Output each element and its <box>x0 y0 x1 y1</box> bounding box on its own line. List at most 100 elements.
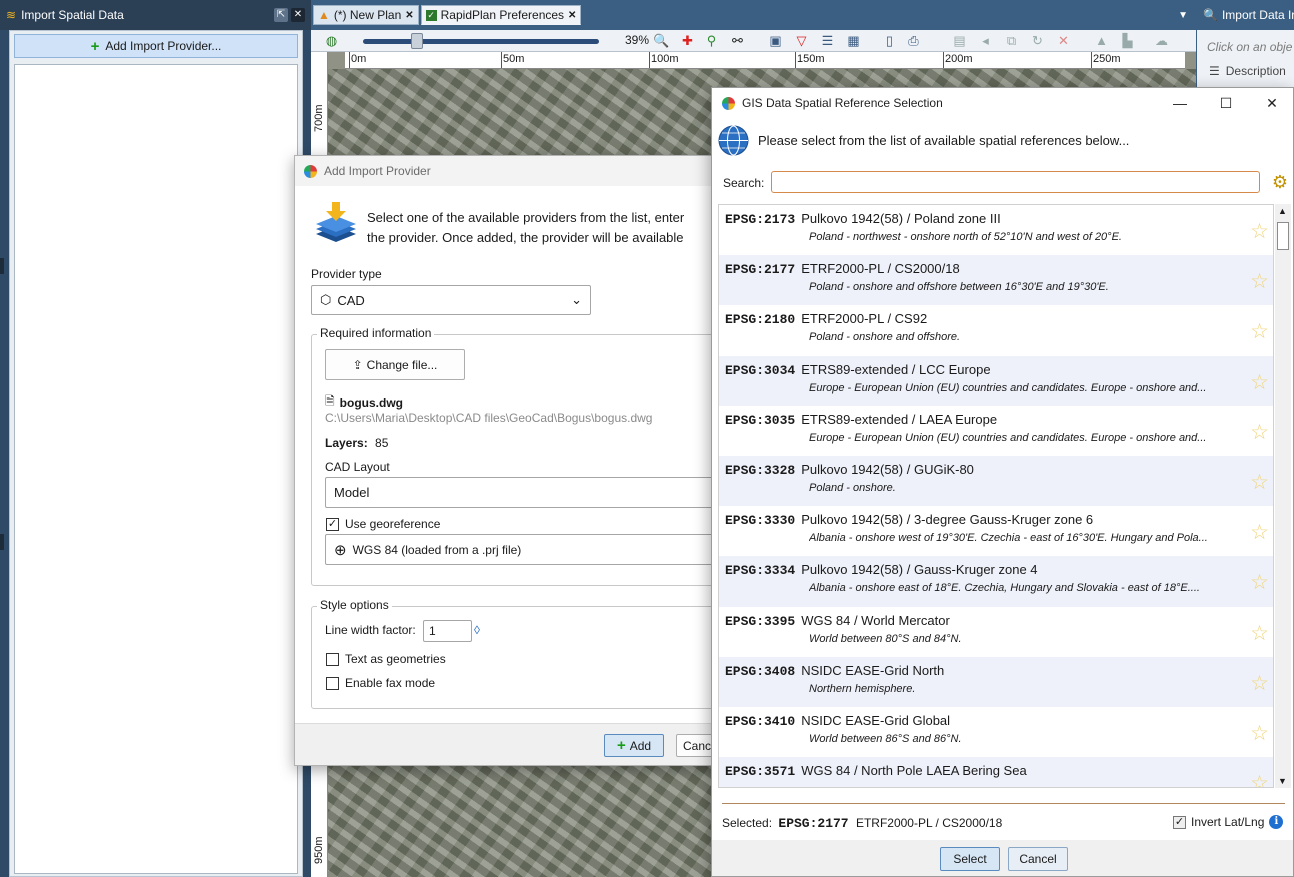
spatial-reference-list[interactable]: EPSG:2173 Pulkovo 1942(58) / Poland zone … <box>718 204 1274 788</box>
back-icon[interactable]: ◂ <box>977 32 994 49</box>
binoculars-icon[interactable]: ⚯ <box>729 32 746 49</box>
invert-lat-lng-row[interactable]: ✓ Invert Lat/Lng i <box>1173 815 1284 829</box>
list-icon[interactable]: ☰ <box>819 32 836 49</box>
spatial-reference-item[interactable]: EPSG:2173 Pulkovo 1942(58) / Poland zone … <box>719 205 1273 255</box>
spatial-reference-item[interactable]: EPSG:3395 WGS 84 / World Mercator World be… <box>719 607 1273 657</box>
triangle-icon[interactable]: ▲ <box>1093 32 1110 49</box>
merge-icon[interactable]: ⧉ <box>1003 32 1020 49</box>
spatial-reference-item[interactable]: EPSG:2180 ETRF2000-PL / CS92 Poland - onsh… <box>719 305 1273 355</box>
image-icon[interactable]: ▙ <box>1119 32 1136 49</box>
scrollbar-thumb[interactable] <box>1277 222 1289 250</box>
favorite-star-icon[interactable]: ☆ <box>1250 420 1269 445</box>
cloud-icon[interactable]: ☁ <box>1153 32 1170 49</box>
georeference-select[interactable]: ⊕ WGS 84 (loaded from a .prj file) <box>325 534 725 565</box>
list-scrollbar[interactable]: ▲ ▼ <box>1275 204 1291 788</box>
favorite-star-icon[interactable]: ☆ <box>1250 269 1269 294</box>
close-tab-icon[interactable]: ✕ <box>405 10 413 21</box>
dialog-title: Add Import Provider <box>324 164 431 178</box>
line-width-input[interactable]: 1 <box>423 620 472 642</box>
delete-icon[interactable]: ✕ <box>1055 32 1072 49</box>
favorite-star-icon[interactable]: ☆ <box>1250 721 1269 746</box>
rotate-icon[interactable]: ↻ <box>1029 32 1046 49</box>
favorite-star-icon[interactable]: ☆ <box>1250 771 1269 787</box>
cancel-button[interactable]: Cancel <box>1008 847 1068 871</box>
add-import-provider-button[interactable]: + Add Import Provider... <box>14 34 298 58</box>
cone-icon: ▲ <box>318 8 330 22</box>
favorite-star-icon[interactable]: ☆ <box>1250 470 1269 495</box>
provider-list[interactable] <box>14 64 298 874</box>
file-name: bogus.dwg <box>339 395 403 410</box>
zoom-slider-thumb[interactable] <box>411 33 423 49</box>
spatial-reference-item[interactable]: EPSG:3034 ETRS89-extended / LCC Europe Eur… <box>719 355 1273 406</box>
spatial-reference-item[interactable]: EPSG:3571 WGS 84 / North Pole LAEA Bering… <box>719 757 1273 787</box>
pin-icon[interactable]: ⇱ <box>274 8 288 22</box>
settings-gear-icon[interactable]: ⚙ <box>1269 171 1291 193</box>
globe-icon[interactable]: ◍ <box>323 32 340 49</box>
maximize-icon[interactable]: ☐ <box>1203 88 1249 118</box>
provider-type-value: CAD <box>337 292 365 308</box>
zoom-icon[interactable]: 🔍 <box>653 32 670 49</box>
use-georeference-checkbox[interactable]: ✓ <box>326 517 339 531</box>
edge-marker <box>0 258 4 274</box>
spatial-reference-item[interactable]: EPSG:3328 Pulkovo 1942(58) / GUGiK-80 Pola… <box>719 455 1273 507</box>
search-input[interactable] <box>771 171 1260 193</box>
item-name: ETRS89-extended / LCC Europe <box>801 361 991 377</box>
invert-lat-lng-checkbox[interactable]: ✓ <box>1173 815 1186 829</box>
table-icon[interactable]: ▦ <box>845 32 862 49</box>
tab-overflow-icon[interactable]: ▼ <box>1178 10 1188 21</box>
select-button[interactable]: Select <box>940 847 1000 871</box>
page-icon[interactable]: ▯ <box>881 32 898 49</box>
change-file-button[interactable]: ⇪ Change file... <box>325 349 465 380</box>
import-stack-icon <box>316 202 356 242</box>
scroll-down-icon[interactable]: ▼ <box>1278 776 1287 786</box>
save-icon[interactable]: ▣ <box>767 32 784 49</box>
description-header[interactable]: ☰ Description <box>1209 64 1294 78</box>
item-heading: EPSG:3034 ETRS89-extended / LCC Europe <box>725 362 1273 378</box>
close-icon[interactable]: ✕ <box>1249 88 1294 118</box>
add-button[interactable]: + Add <box>604 734 664 757</box>
item-heading: EPSG:2180 ETRF2000-PL / CS92 <box>725 311 1273 327</box>
enable-fax-row[interactable]: Enable fax mode <box>326 676 435 690</box>
favorite-star-icon[interactable]: ☆ <box>1250 319 1269 344</box>
favorite-star-icon[interactable]: ☆ <box>1250 570 1269 595</box>
close-icon[interactable]: ✕ <box>291 8 305 22</box>
favorite-star-icon[interactable]: ☆ <box>1250 370 1269 395</box>
spatial-reference-item[interactable]: EPSG:3330 Pulkovo 1942(58) / 3-degree Gau… <box>719 506 1273 556</box>
minimize-icon[interactable]: — <box>1157 88 1203 118</box>
print-icon[interactable]: ⎙ <box>905 32 922 49</box>
compass-icon[interactable]: ⚲ <box>703 32 720 49</box>
item-name: WGS 84 / World Mercator <box>801 612 950 628</box>
spatial-reference-item[interactable]: EPSG:3035 ETRS89-extended / LAEA Europe Eu… <box>719 406 1273 456</box>
use-georeference-row[interactable]: ✓ Use georeference <box>326 517 440 531</box>
favorite-star-icon[interactable]: ☆ <box>1250 219 1269 244</box>
spatial-reference-item[interactable]: EPSG:3334 Pulkovo 1942(58) / Gauss-Kruger… <box>719 556 1273 607</box>
text-as-geometries-checkbox[interactable] <box>326 652 339 666</box>
scroll-up-icon[interactable]: ▲ <box>1278 206 1287 216</box>
spatial-reference-item[interactable]: EPSG:3410 NSIDC EASE-Grid Global World bet… <box>719 707 1273 757</box>
cad-layout-select[interactable]: Model <box>325 477 725 508</box>
crosshair-icon[interactable]: ✚ <box>679 32 696 49</box>
spatial-reference-item[interactable]: EPSG:2177 ETRF2000-PL / CS2000/18 Poland -… <box>719 255 1273 306</box>
ruler-label: 150m <box>797 53 825 65</box>
item-area: Poland - onshore and offshore. <box>809 331 961 344</box>
enable-fax-checkbox[interactable] <box>326 676 339 690</box>
item-area: Albania - onshore west of 19°30'E. Czech… <box>809 532 1208 545</box>
favorite-star-icon[interactable]: ☆ <box>1250 621 1269 646</box>
favorite-star-icon[interactable]: ☆ <box>1250 520 1269 545</box>
zoom-slider[interactable] <box>363 33 599 49</box>
layer-tool-icon[interactable]: ▤ <box>951 32 968 49</box>
globe-icon <box>718 125 749 156</box>
cad-layout-value: Model <box>334 485 370 500</box>
info-icon[interactable]: i <box>1269 815 1284 829</box>
spatial-reference-item[interactable]: EPSG:3408 NSIDC EASE-Grid North Northern h… <box>719 656 1273 707</box>
spinner-icon[interactable]: ◊ <box>474 623 480 637</box>
provider-type-select[interactable]: ⬡ CAD ⌄ <box>311 285 591 315</box>
favorite-star-icon[interactable]: ☆ <box>1250 671 1269 696</box>
close-tab-icon[interactable]: ✕ <box>568 10 576 21</box>
text-as-geometries-row[interactable]: Text as geometries <box>326 652 446 666</box>
tab-rapidplan-preferences[interactable]: ✓ RapidPlan Preferences ✕ <box>420 5 582 25</box>
edge-marker <box>0 534 4 550</box>
item-code: EPSG:3395 <box>725 613 796 629</box>
filter-icon[interactable]: ▽ <box>793 32 810 49</box>
tab-new-plan[interactable]: ▲ (*) New Plan ✕ <box>313 5 419 25</box>
